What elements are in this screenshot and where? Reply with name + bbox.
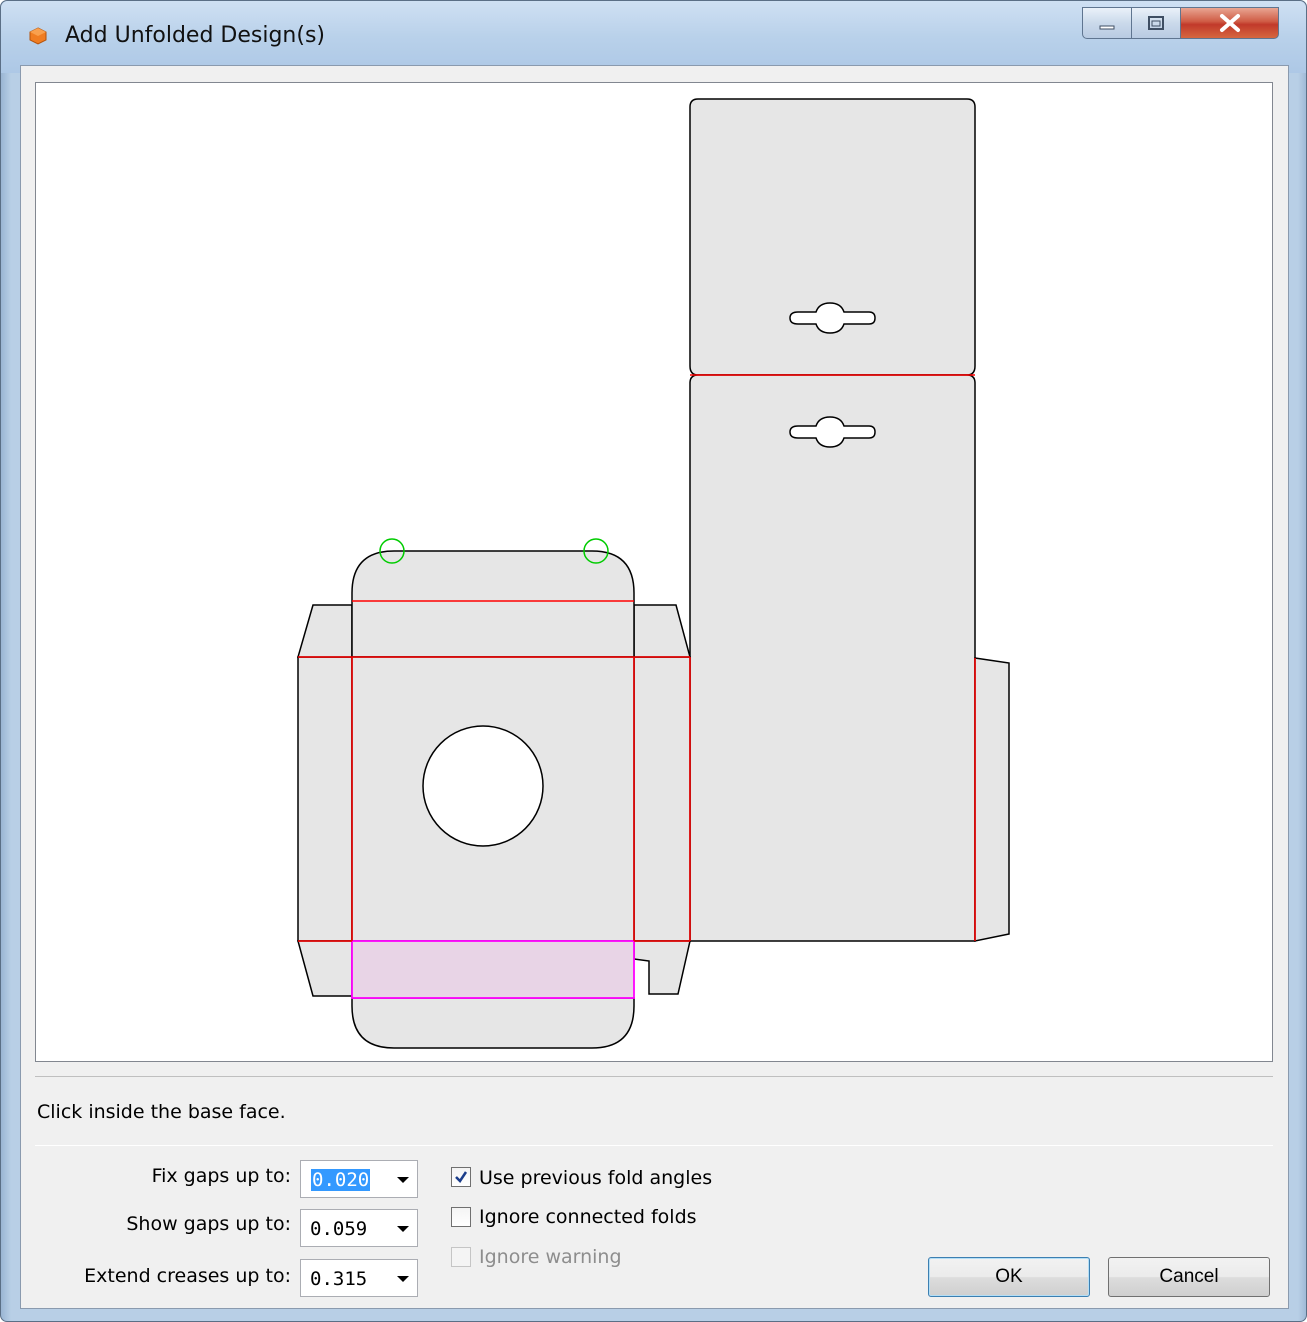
- base-face-highlight: [351, 940, 635, 999]
- chevron-down-icon[interactable]: [397, 1276, 409, 1282]
- top-lid: [351, 550, 635, 658]
- check-icon: [455, 1171, 468, 1183]
- dialog-window: Add Unfolded Design(s) Click inside the …: [0, 0, 1307, 1322]
- left-side-panel: [297, 656, 353, 942]
- left-bottom-tuck: [297, 940, 353, 997]
- maximize-button[interactable]: [1132, 7, 1181, 39]
- status-panel: Click inside the base face.: [35, 1076, 1273, 1146]
- bottom-lid: [351, 997, 635, 1049]
- extend-creases-label: Extend creases up to:: [84, 1265, 291, 1287]
- fix-gaps-value[interactable]: 0.020: [311, 1169, 371, 1191]
- chevron-down-icon[interactable]: [397, 1226, 409, 1232]
- cancel-button[interactable]: Cancel: [1108, 1257, 1270, 1297]
- window-cutout: [422, 725, 544, 847]
- left-top-tuck: [297, 604, 353, 658]
- minimize-icon: [1099, 25, 1115, 30]
- status-message: Click inside the base face.: [37, 1101, 286, 1123]
- show-gaps-label: Show gaps up to:: [126, 1213, 291, 1235]
- ok-button[interactable]: OK: [928, 1257, 1090, 1297]
- extend-creases-combo[interactable]: 0.315: [300, 1259, 418, 1297]
- maximize-icon: [1148, 16, 1164, 30]
- back-panel: [689, 374, 976, 942]
- ignore-warning-label[interactable]: Ignore warning: [479, 1246, 622, 1268]
- ignore-connected-folds-label[interactable]: Ignore connected folds: [479, 1206, 697, 1228]
- right-side-panel: [633, 656, 691, 942]
- glue-flap: [974, 657, 1010, 942]
- fix-gaps-label: Fix gaps up to:: [151, 1165, 291, 1187]
- app-icon: [29, 27, 47, 45]
- extend-creases-value[interactable]: 0.315: [310, 1268, 367, 1290]
- minimize-button[interactable]: [1082, 7, 1132, 39]
- unfolded-design-drawing[interactable]: [36, 83, 1272, 1061]
- close-button[interactable]: [1181, 7, 1279, 39]
- close-icon: [1220, 14, 1240, 32]
- ignore-warning-checkbox[interactable]: [451, 1247, 471, 1267]
- chevron-down-icon[interactable]: [397, 1177, 409, 1183]
- window-title: Add Unfolded Design(s): [65, 23, 325, 48]
- title-bar[interactable]: Add Unfolded Design(s): [1, 1, 1306, 73]
- use-previous-fold-angles-label[interactable]: Use previous fold angles: [479, 1167, 712, 1189]
- right-top-tuck: [633, 604, 691, 658]
- show-gaps-value[interactable]: 0.059: [310, 1218, 367, 1240]
- design-preview-canvas[interactable]: [35, 82, 1273, 1062]
- show-gaps-combo[interactable]: 0.059: [300, 1209, 418, 1247]
- right-bottom-tuck: [633, 940, 691, 995]
- fix-gaps-combo[interactable]: 0.020: [300, 1160, 418, 1198]
- use-previous-fold-angles-checkbox[interactable]: [451, 1167, 471, 1187]
- ignore-connected-folds-checkbox[interactable]: [451, 1207, 471, 1227]
